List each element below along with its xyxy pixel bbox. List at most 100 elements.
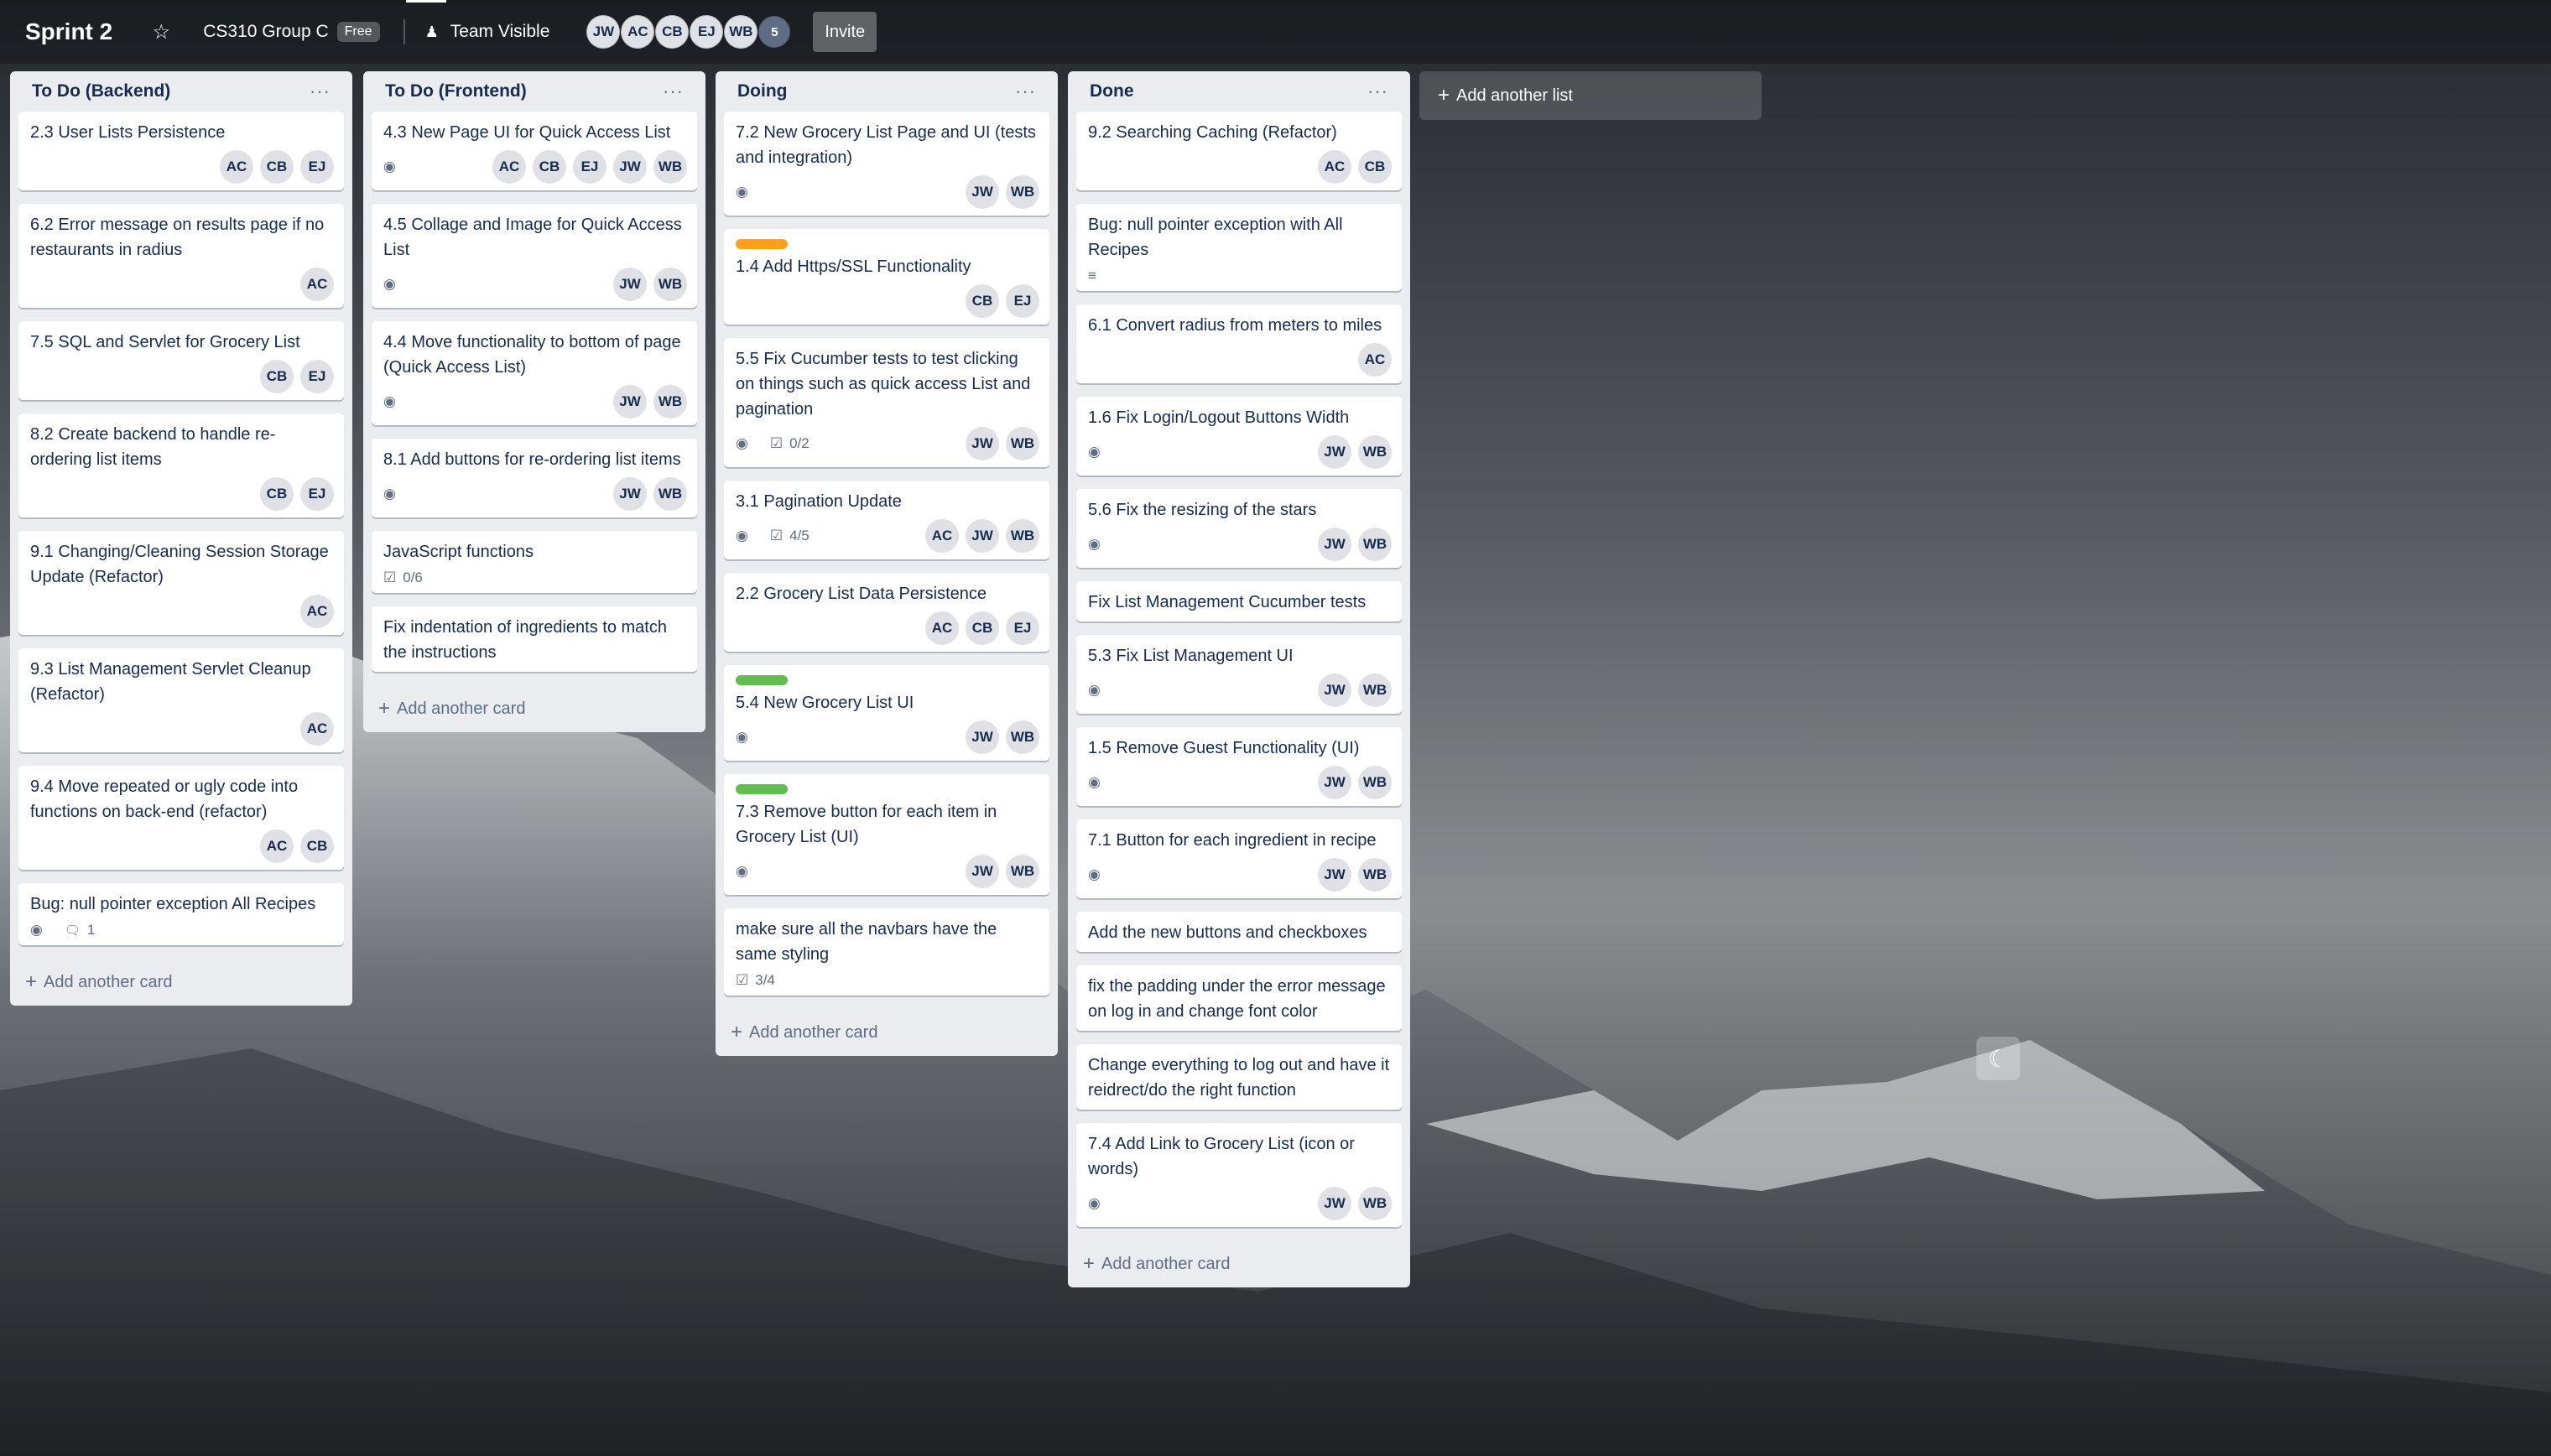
add-card-button[interactable]: + Add another card bbox=[1076, 1240, 1402, 1287]
card[interactable]: Bug: null pointer exception with All Rec… bbox=[1076, 204, 1402, 291]
member-avatar[interactable]: AC bbox=[260, 829, 294, 863]
invite-button[interactable]: Invite bbox=[813, 12, 877, 52]
member-avatar[interactable]: WB bbox=[1358, 766, 1392, 799]
star-icon[interactable]: ☆ bbox=[143, 13, 180, 50]
card[interactable]: 1.6 Fix Login/Logout Buttons Width ◉ JW WB bbox=[1076, 397, 1402, 476]
list-menu-icon[interactable]: ··· bbox=[1367, 81, 1388, 102]
member-avatar[interactable]: WB bbox=[1358, 673, 1392, 707]
member-avatar[interactable]: JW bbox=[966, 519, 999, 553]
member-avatar[interactable]: JW bbox=[1318, 435, 1351, 469]
list-title[interactable]: To Do (Backend) bbox=[32, 81, 170, 101]
moon-icon[interactable]: ☾ bbox=[1976, 1037, 2020, 1080]
add-card-button[interactable]: + Add another card bbox=[724, 1009, 1049, 1056]
member-avatar[interactable]: WB bbox=[724, 15, 758, 49]
member-avatar[interactable]: JW bbox=[1318, 1187, 1351, 1220]
member-avatar[interactable]: JW bbox=[966, 175, 999, 209]
card[interactable]: make sure all the navbars have the same … bbox=[724, 908, 1049, 996]
card[interactable]: 5.5 Fix Cucumber tests to test clicking … bbox=[724, 338, 1049, 467]
add-card-button[interactable]: + Add another card bbox=[18, 959, 344, 1006]
member-avatar[interactable]: WB bbox=[653, 268, 687, 301]
card[interactable]: Fix indentation of ingredients to match … bbox=[372, 606, 697, 672]
card[interactable]: 2.2 Grocery List Data Persistence AC CB EJ bbox=[724, 573, 1049, 652]
member-avatar[interactable]: AC bbox=[1358, 343, 1392, 377]
member-avatar[interactable]: AC bbox=[300, 712, 334, 746]
card[interactable]: 6.2 Error message on results page if no … bbox=[18, 204, 344, 308]
card-label-green[interactable] bbox=[736, 784, 788, 794]
card[interactable]: 9.3 List Management Servlet Cleanup (Ref… bbox=[18, 648, 344, 752]
member-avatar[interactable]: EJ bbox=[300, 150, 334, 184]
member-avatar[interactable]: WB bbox=[1006, 427, 1039, 460]
member-avatar[interactable]: WB bbox=[1358, 858, 1392, 892]
card[interactable]: 5.4 New Grocery List UI ◉ JW WB bbox=[724, 665, 1049, 761]
member-avatar[interactable]: CB bbox=[966, 284, 999, 318]
member-avatar[interactable]: JW bbox=[613, 385, 647, 419]
member-avatar[interactable]: WB bbox=[653, 477, 687, 511]
member-avatar[interactable]: EJ bbox=[1006, 284, 1039, 318]
card[interactable]: 7.5 SQL and Servlet for Grocery List CB EJ bbox=[18, 321, 344, 400]
list-title[interactable]: Doing bbox=[737, 81, 787, 101]
card[interactable]: 9.4 Move repeated or ugly code into func… bbox=[18, 766, 344, 870]
member-avatar[interactable]: JW bbox=[613, 268, 647, 301]
member-avatar[interactable]: WB bbox=[1006, 519, 1039, 553]
member-avatar[interactable]: WB bbox=[1006, 855, 1039, 888]
member-avatar[interactable]: EJ bbox=[1006, 611, 1039, 645]
card[interactable]: Fix List Management Cucumber tests bbox=[1076, 581, 1402, 621]
list-menu-icon[interactable]: ··· bbox=[1015, 81, 1036, 102]
member-avatar[interactable]: EJ bbox=[300, 477, 334, 511]
card[interactable]: 7.3 Remove button for each item in Groce… bbox=[724, 774, 1049, 895]
member-avatar[interactable]: JW bbox=[1318, 858, 1351, 892]
card-label-orange[interactable] bbox=[736, 239, 788, 249]
more-members-badge[interactable]: 5 bbox=[758, 16, 791, 48]
card[interactable]: 4.5 Collage and Image for Quick Access L… bbox=[372, 204, 697, 308]
add-list-button[interactable]: + Add another list bbox=[1419, 71, 1762, 120]
member-avatar[interactable]: AC bbox=[621, 15, 655, 49]
member-avatar[interactable]: WB bbox=[653, 385, 687, 419]
member-avatar[interactable]: WB bbox=[1006, 175, 1039, 209]
card[interactable]: 4.3 New Page UI for Quick Access List ◉ AC… bbox=[372, 112, 697, 190]
card-label-green[interactable] bbox=[736, 675, 788, 685]
list-title[interactable]: To Do (Frontend) bbox=[385, 81, 527, 101]
member-avatar[interactable]: CB bbox=[1358, 150, 1392, 184]
member-avatar[interactable]: WB bbox=[1006, 720, 1039, 754]
card[interactable]: 9.2 Searching Caching (Refactor) AC CB bbox=[1076, 112, 1402, 190]
member-avatar[interactable]: WB bbox=[653, 150, 687, 184]
member-avatar[interactable]: JW bbox=[966, 855, 999, 888]
card[interactable]: 7.1 Button for each ingredient in recipe… bbox=[1076, 819, 1402, 898]
card[interactable]: fix the padding under the error message … bbox=[1076, 965, 1402, 1031]
member-avatar[interactable]: JW bbox=[613, 477, 647, 511]
member-avatar[interactable]: EJ bbox=[300, 360, 334, 393]
workspace-button[interactable]: CS310 Group C Free bbox=[196, 13, 386, 50]
member-avatar[interactable]: AC bbox=[300, 268, 334, 301]
card[interactable]: 6.1 Convert radius from meters to miles A… bbox=[1076, 304, 1402, 383]
board-title[interactable]: Sprint 2 bbox=[25, 18, 112, 45]
member-avatar[interactable]: CB bbox=[655, 15, 690, 49]
visibility-button[interactable]: ♟ Team Visible bbox=[419, 13, 557, 50]
member-avatar[interactable]: AC bbox=[300, 595, 334, 628]
member-avatar[interactable]: JW bbox=[1318, 673, 1351, 707]
member-avatar[interactable]: JW bbox=[613, 150, 647, 184]
list-menu-icon[interactable]: ··· bbox=[663, 81, 684, 102]
card[interactable]: 5.3 Fix List Management UI ◉ JW WB bbox=[1076, 635, 1402, 714]
card[interactable]: 8.1 Add buttons for re-ordering list ite… bbox=[372, 439, 697, 517]
member-avatar[interactable]: AC bbox=[925, 519, 959, 553]
card[interactable]: JavaScript functions ☑ 0/6 bbox=[372, 531, 697, 593]
member-avatar[interactable]: CB bbox=[260, 360, 294, 393]
card[interactable]: Add the new buttons and checkboxes bbox=[1076, 912, 1402, 952]
member-avatar[interactable]: EJ bbox=[573, 150, 607, 184]
card[interactable]: 7.4 Add Link to Grocery List (icon or wo… bbox=[1076, 1123, 1402, 1227]
card[interactable]: Change everything to log out and have it… bbox=[1076, 1044, 1402, 1110]
member-avatar[interactable]: CB bbox=[260, 477, 294, 511]
card[interactable]: Bug: null pointer exception All Recipes ◉… bbox=[18, 883, 344, 945]
member-avatar[interactable]: CB bbox=[966, 611, 999, 645]
member-avatar[interactable]: JW bbox=[586, 15, 621, 49]
member-avatar[interactable]: WB bbox=[1358, 435, 1392, 469]
card[interactable]: 1.4 Add Https/SSL Functionality CB EJ bbox=[724, 229, 1049, 325]
member-avatar[interactable]: WB bbox=[1358, 1187, 1392, 1220]
list-menu-icon[interactable]: ··· bbox=[310, 81, 331, 102]
add-card-button[interactable]: + Add another card bbox=[372, 685, 697, 732]
member-avatar[interactable]: EJ bbox=[690, 15, 724, 49]
member-avatar[interactable]: AC bbox=[492, 150, 526, 184]
member-avatar[interactable]: JW bbox=[966, 720, 999, 754]
card[interactable]: 3.1 Pagination Update ◉ ☑ 4/5 AC JW WB bbox=[724, 481, 1049, 559]
card[interactable]: 5.6 Fix the resizing of the stars ◉ JW WB bbox=[1076, 489, 1402, 568]
